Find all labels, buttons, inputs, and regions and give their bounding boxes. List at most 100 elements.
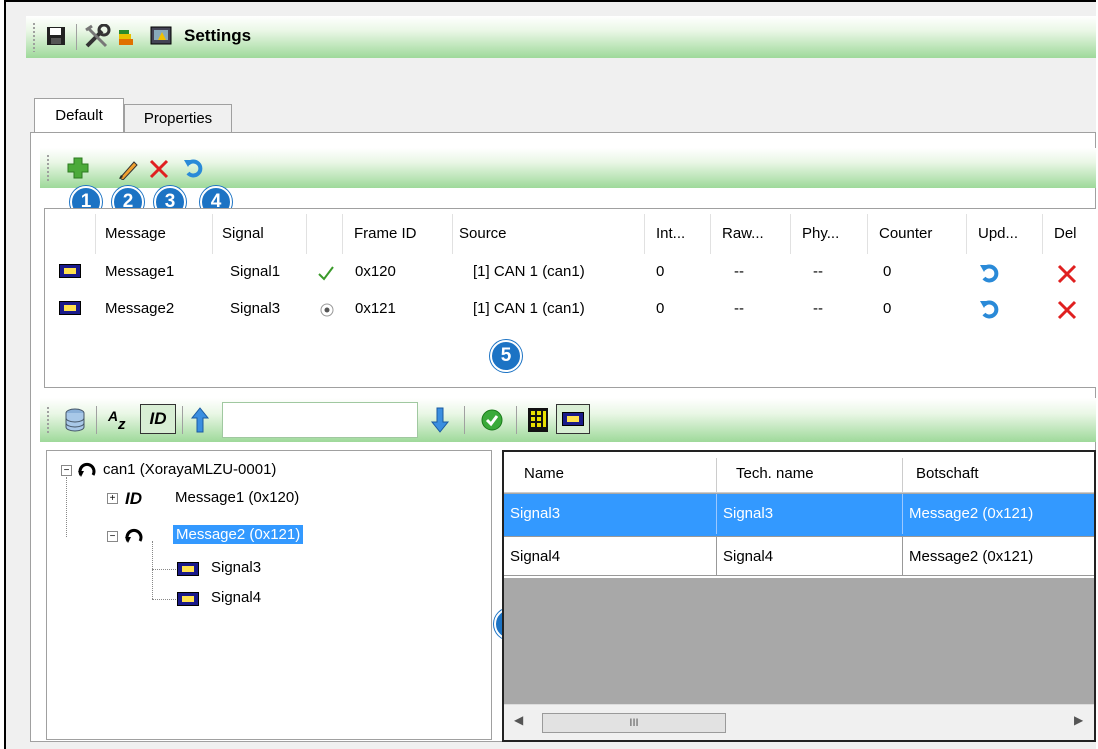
edit-icon[interactable]: [116, 158, 140, 181]
grid-col-tech[interactable]: Tech. name: [730, 454, 814, 494]
signal-grid-icon[interactable]: [526, 406, 550, 434]
sort-az-button[interactable]: A z: [104, 408, 138, 434]
tools-icon[interactable]: [84, 23, 112, 50]
table-row[interactable]: Message1 Signal1 0x120 [1] CAN 1 (can1) …: [45, 260, 1096, 284]
apply-icon[interactable]: [480, 408, 504, 432]
cell-frame-id: 0x121: [355, 300, 396, 317]
col-del[interactable]: Del: [1054, 214, 1077, 254]
scroll-left-arrow[interactable]: ◀: [514, 713, 523, 727]
cell-int: 0: [656, 263, 665, 280]
toolbar-separator: [464, 406, 465, 434]
check-icon: [317, 265, 335, 281]
main-toolbar: Settings: [26, 16, 1096, 58]
toolbar-separator: [96, 406, 97, 434]
browse-toolbar: A z ID: [40, 398, 1096, 442]
grid-cell-name: Signal3: [510, 505, 561, 522]
cell-int: 0: [656, 300, 665, 317]
col-message[interactable]: Message: [105, 214, 166, 254]
grid-row[interactable]: Signal4 Signal4 Message2 (0x121): [504, 536, 1094, 578]
grid-col-botschaft[interactable]: Botschaft: [910, 454, 979, 494]
grid-row[interactable]: Signal3 Signal3 Message2 (0x121): [504, 494, 1094, 536]
search-input[interactable]: [222, 402, 418, 438]
toolbar-grip[interactable]: [32, 22, 36, 52]
tree-line: [152, 599, 176, 600]
col-signal[interactable]: Signal: [222, 214, 264, 254]
col-upd[interactable]: Upd...: [978, 214, 1018, 254]
id-icon: ID: [125, 489, 142, 508]
update-icon[interactable]: [978, 261, 1002, 285]
table-row[interactable]: Message2 Signal3 0x121 [1] CAN 1 (can1) …: [45, 297, 1096, 321]
arrow-up-icon[interactable]: [190, 406, 210, 434]
tree-line: [152, 541, 173, 599]
col-frame-id[interactable]: Frame ID: [354, 214, 417, 254]
col-separator: [867, 214, 868, 254]
settings-window: Settings Default Properties 1 2 3 4 Mess…: [4, 0, 1096, 749]
toolbar-grip[interactable]: [46, 406, 50, 434]
grid-col-name[interactable]: Name: [518, 454, 564, 494]
tree-node-signal3[interactable]: Signal3: [211, 559, 261, 576]
grid-header: Name Tech. name Botschaft: [504, 452, 1094, 494]
col-raw[interactable]: Raw...: [722, 214, 764, 254]
col-separator: [212, 214, 213, 254]
cell-raw: --: [734, 263, 744, 280]
col-separator: [644, 214, 645, 254]
scroll-thumb-grip: III: [629, 717, 639, 729]
message-view-button[interactable]: [556, 404, 590, 434]
col-separator: [95, 214, 96, 254]
message-icon: [59, 301, 81, 315]
delete-icon[interactable]: [148, 158, 170, 180]
delete-row-icon[interactable]: [1056, 263, 1078, 285]
tab-properties[interactable]: Properties: [124, 104, 232, 133]
col-int[interactable]: Int...: [656, 214, 685, 254]
can-node-icon: [76, 461, 98, 481]
grid-cell-name: Signal4: [504, 536, 716, 576]
arrow-down-icon[interactable]: [430, 406, 450, 434]
col-phy[interactable]: Phy...: [802, 214, 839, 254]
collapse-icon[interactable]: −: [107, 531, 118, 542]
tree-node-message1[interactable]: Message1 (0x120): [175, 489, 299, 506]
delete-row-icon[interactable]: [1056, 299, 1078, 321]
tree-node-message2[interactable]: Message2 (0x121): [173, 525, 304, 544]
save-icon[interactable]: [46, 26, 66, 46]
toolbar-separator: [76, 24, 77, 50]
toolbar-grip[interactable]: [46, 154, 50, 182]
grid-cell-msg: Message2 (0x121): [902, 536, 1094, 576]
col-separator: [306, 214, 307, 254]
cell-phy: --: [813, 263, 823, 280]
tree-root-label[interactable]: can1 (XorayaMLZU-0001): [103, 461, 276, 478]
toolbar-separator: [516, 406, 517, 434]
refresh-icon[interactable]: [182, 156, 206, 180]
expand-icon[interactable]: +: [107, 493, 118, 504]
add-icon[interactable]: [66, 156, 90, 180]
display-icon[interactable]: [150, 26, 172, 46]
cell-message: Message1: [105, 263, 175, 280]
cell-frame-id: 0x120: [355, 263, 396, 280]
grid-cell-tech: Signal4: [716, 536, 902, 576]
tab-default[interactable]: Default: [34, 98, 124, 133]
database-icon[interactable]: [64, 408, 86, 432]
collapse-icon[interactable]: −: [61, 465, 72, 476]
signal-tree[interactable]: − can1 (XorayaMLZU-0001) + ID Message1 (…: [46, 450, 492, 740]
col-counter[interactable]: Counter: [879, 214, 932, 254]
horizontal-scrollbar[interactable]: ◀ III ▶: [504, 704, 1094, 740]
scroll-thumb[interactable]: III: [542, 713, 726, 733]
tab-properties-label: Properties: [143, 110, 213, 127]
col-separator: [452, 214, 453, 254]
cell-signal: Signal1: [230, 263, 281, 280]
update-icon[interactable]: [978, 297, 1002, 321]
sort-az-label: A: [108, 408, 119, 424]
toolbar-title: Settings: [184, 26, 252, 45]
cell-counter: 0: [883, 300, 892, 317]
tree-node-signal4[interactable]: Signal4: [211, 589, 261, 606]
sort-id-button[interactable]: ID: [140, 404, 176, 434]
cell-phy: --: [813, 300, 823, 317]
grid-cell-tech: Signal3: [716, 494, 902, 534]
tree-line: [66, 477, 68, 537]
tab-default-label: Default: [55, 107, 103, 124]
cell-source: [1] CAN 1 (can1): [473, 300, 585, 317]
signal-grid[interactable]: Name Tech. name Botschaft Signal3 Signal…: [502, 450, 1096, 742]
chart-icon[interactable]: [116, 24, 136, 50]
scroll-right-arrow[interactable]: ▶: [1074, 713, 1083, 727]
table-header: Message Signal Frame ID Source Int... Ra…: [45, 214, 1096, 254]
col-source[interactable]: Source: [459, 214, 507, 254]
